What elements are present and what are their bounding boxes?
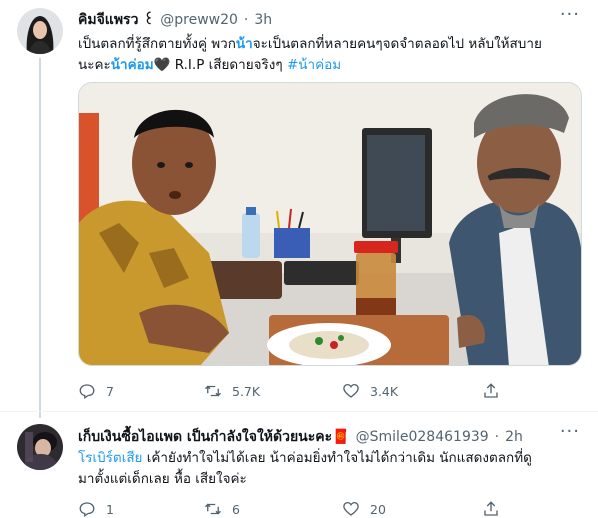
heart-emoji: 🖤 (153, 57, 171, 73)
tweet-1[interactable]: คิมจีแพรว ꒰ @preww20 · 3h ··· เป็นตลกที่… (0, 0, 598, 412)
timestamp[interactable]: 3h (254, 12, 272, 28)
retweet-icon (205, 503, 221, 515)
retweet-count: 6 (232, 501, 240, 517)
share-button[interactable] (482, 500, 510, 518)
like-button[interactable]: 3.4K (342, 382, 398, 400)
tweet-text: เป็นตลกที่รู้สึกตายทั้งคู่ พวกน้าจะเป็นต… (78, 36, 542, 73)
more-icon[interactable]: ··· (560, 4, 580, 25)
like-count: 3.4K (370, 383, 399, 399)
avatar[interactable] (17, 8, 63, 54)
share-icon (484, 383, 498, 398)
separator: · (494, 429, 500, 445)
reply-count: 1 (106, 501, 114, 517)
heart-icon (343, 383, 359, 398)
reply-button[interactable]: 1 (78, 500, 114, 518)
mention-bold: น้า (235, 36, 253, 52)
like-button[interactable]: 20 (342, 500, 386, 518)
mention-link[interactable]: โรเบิร์ตเสีย (78, 450, 142, 466)
timestamp[interactable]: 2h (505, 429, 523, 445)
tweet-2[interactable]: เก็บเงินซื้อไอแพด เป็นกำลังใจให้ด้วยนะคะ… (0, 412, 598, 518)
reply-count: 7 (106, 383, 114, 399)
display-name[interactable]: เก็บเงินซื้อไอแพด เป็นกำลังใจให้ด้วยนะคะ… (78, 426, 350, 448)
user-handle[interactable]: @Smile028461939 (356, 429, 489, 445)
heart-icon (343, 501, 359, 516)
user-handle[interactable]: @preww20 (160, 12, 238, 28)
separator: · (243, 12, 249, 28)
reply-icon (79, 384, 95, 400)
reply-icon (79, 502, 95, 518)
share-icon (484, 501, 498, 516)
retweet-button[interactable]: 5.7K (204, 382, 260, 400)
tweet-photo[interactable] (78, 82, 582, 366)
hashtag-link[interactable]: #น้าค่อม (287, 57, 341, 73)
display-name[interactable]: คิมจีแพรว ꒰ (78, 9, 154, 31)
tweet-text: โรเบิร์ตเสีย เค้ายังทำใจไม่ได้เลย น้าค่อ… (78, 450, 532, 487)
like-count: 20 (370, 501, 386, 517)
avatar[interactable] (17, 424, 63, 470)
retweet-icon (205, 385, 221, 397)
retweet-count: 5.7K (232, 383, 261, 399)
reply-button[interactable]: 7 (78, 382, 114, 400)
retweet-button[interactable]: 6 (204, 500, 240, 518)
share-button[interactable] (482, 382, 510, 400)
more-icon[interactable]: ··· (560, 421, 580, 442)
